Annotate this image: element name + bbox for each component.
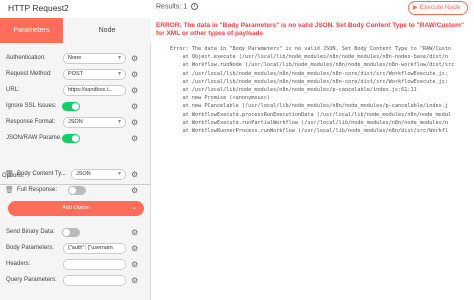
request-method-row: Request Method: POST ▼ ⚙ xyxy=(0,68,151,82)
gear-icon[interactable]: ⚙ xyxy=(131,118,138,128)
url-value: https://sandbox.i... xyxy=(68,87,113,93)
play-icon: ▶ xyxy=(413,5,418,11)
json-raw-label: JSON/RAW Parame... xyxy=(6,135,66,141)
url-input[interactable]: https://sandbox.i... xyxy=(63,85,126,96)
full-response-row: 🗑 Full Response: ⚙ xyxy=(0,184,151,198)
headers-input[interactable] xyxy=(63,259,126,270)
info-icon[interactable]: i xyxy=(191,3,199,10)
execute-node-label: Execute Node xyxy=(419,4,461,11)
trash-icon[interactable]: 🗑 xyxy=(5,186,14,194)
authentication-row: Authentication: None ▼ ⚙ xyxy=(0,52,151,66)
toggle-knob xyxy=(72,103,79,110)
response-format-select[interactable]: JSON ▼ xyxy=(63,117,126,128)
body-content-type-value: JSON xyxy=(76,171,91,177)
chevron-down-icon: ⌄ xyxy=(131,205,137,211)
gear-icon[interactable]: ⚙ xyxy=(131,170,138,180)
gear-icon[interactable]: ⚙ xyxy=(131,54,138,64)
json-raw-row: JSON/RAW Parame... ⚙ xyxy=(0,132,151,146)
node-title: HTTP Request2 xyxy=(8,3,69,13)
chevron-down-icon: ▼ xyxy=(117,55,122,61)
json-raw-toggle[interactable] xyxy=(62,134,80,143)
gear-icon[interactable]: ⚙ xyxy=(131,86,138,96)
error-heading: ERROR: The data in "Body Parameters" is … xyxy=(156,22,464,37)
body-parameters-label: Body Parameters: xyxy=(6,245,55,251)
url-row: URL: https://sandbox.i... ⚙ xyxy=(0,84,151,98)
toggle-knob xyxy=(63,229,70,236)
response-format-value: JSON xyxy=(68,119,83,125)
results-panel: ERROR: The data in "Body Parameters" is … xyxy=(151,18,474,300)
query-parameters-input[interactable] xyxy=(63,275,126,286)
send-binary-label: Send Binary Data: xyxy=(6,229,55,235)
tab-node[interactable]: Node xyxy=(63,18,151,43)
tab-bar: Parameters Node xyxy=(0,18,151,43)
body-parameters-input[interactable]: {"auth": {"usernam xyxy=(63,243,126,254)
request-method-label: Request Method: xyxy=(6,71,52,77)
headers-label: Headers: xyxy=(6,261,31,267)
body-parameters-value: {"auth": {"usernam xyxy=(68,245,113,251)
gear-icon[interactable]: ⚙ xyxy=(131,276,138,286)
chevron-down-icon: ▼ xyxy=(117,119,122,125)
ignore-ssl-toggle[interactable] xyxy=(62,102,80,111)
trash-icon[interactable]: 🗑 xyxy=(5,170,14,178)
body-content-type-label: Body Content Ty... xyxy=(17,171,66,177)
top-bar: HTTP Request2 Results: 1 i ▶ Execute Node xyxy=(0,0,474,18)
ignore-ssl-row: Ignore SSL Issues: ⚙ xyxy=(0,100,151,114)
results-label: Results: 1 i xyxy=(156,3,199,11)
authentication-label: Authentication: xyxy=(6,55,46,61)
request-method-select[interactable]: POST ▼ xyxy=(63,69,126,80)
ignore-ssl-label: Ignore SSL Issues: xyxy=(6,103,57,109)
gear-icon[interactable]: ⚙ xyxy=(131,186,138,196)
gear-icon[interactable]: ⚙ xyxy=(131,244,138,254)
body-parameters-row: Body Parameters: {"auth": {"usernam ⚙ xyxy=(0,242,151,256)
add-option-label: Add Option xyxy=(62,205,90,211)
chevron-down-icon: ▼ xyxy=(117,171,122,177)
gear-icon[interactable]: ⚙ xyxy=(131,134,138,144)
body-content-type-select[interactable]: JSON ▼ xyxy=(71,169,126,180)
tab-parameters[interactable]: Parameters xyxy=(0,18,63,43)
url-label: URL: xyxy=(6,87,20,93)
toggle-knob xyxy=(72,135,79,142)
full-response-label: Full Response: xyxy=(17,187,58,193)
add-option-button[interactable]: Add Option ⌄ xyxy=(8,201,144,216)
gear-icon[interactable]: ⚙ xyxy=(131,260,138,270)
chevron-down-icon: ▼ xyxy=(117,71,122,77)
response-format-row: Response Format: JSON ▼ ⚙ xyxy=(0,116,151,130)
parameters-panel: Parameters Node Authentication: None ▼ ⚙… xyxy=(0,18,151,300)
query-parameters-row: Query Parameters: ⚙ xyxy=(0,274,151,288)
toggle-knob xyxy=(69,187,76,194)
query-parameters-label: Query Parameters: xyxy=(6,277,57,283)
body-content-type-row: 🗑 Body Content Ty... JSON ▼ ⚙ xyxy=(0,168,151,182)
full-response-toggle[interactable] xyxy=(68,186,86,195)
gear-icon[interactable]: ⚙ xyxy=(131,228,138,238)
gear-icon[interactable]: ⚙ xyxy=(131,70,138,80)
error-stack-trace: Error: The data in "Body Parameters" is … xyxy=(170,46,455,135)
authentication-select[interactable]: None ▼ xyxy=(63,53,126,64)
authentication-value: None xyxy=(68,55,82,61)
response-format-label: Response Format: xyxy=(6,119,56,125)
send-binary-row: Send Binary Data: ⚙ xyxy=(0,226,151,240)
gear-icon[interactable]: ⚙ xyxy=(131,102,138,112)
headers-row: Headers: ⚙ xyxy=(0,258,151,272)
request-method-value: POST xyxy=(68,71,83,77)
execute-node-button[interactable]: ▶ Execute Node xyxy=(408,1,468,15)
send-binary-toggle[interactable] xyxy=(62,228,80,237)
results-count: Results: 1 xyxy=(156,3,188,11)
